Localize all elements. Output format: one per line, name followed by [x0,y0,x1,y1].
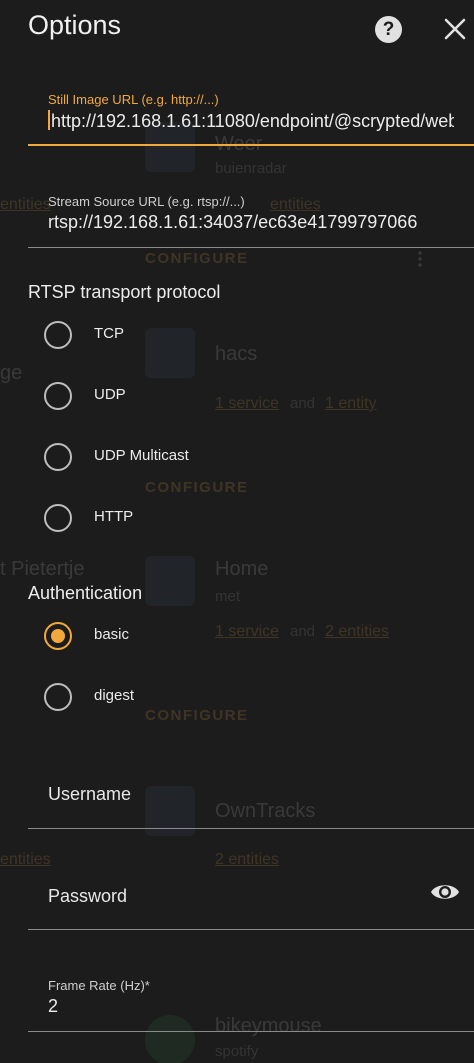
username-field[interactable]: Username [28,762,474,829]
text-caret [48,110,50,130]
username-underline [28,828,474,829]
radio-label-udp: UDP [94,386,126,403]
still-image-url-value[interactable]: http://192.168.1.61:11080/endpoint/@scry… [48,110,454,132]
radio-label-basic: basic [94,626,130,643]
radio-button[interactable] [44,382,72,410]
radio-button[interactable] [44,443,72,471]
password-field[interactable]: Password [28,862,474,930]
radio-button[interactable] [44,321,72,349]
radio-label-udp-multicast: UDP Multicast [94,447,189,464]
password-placeholder: Password [48,886,128,906]
stream-source-url-underline [28,247,474,248]
radio-label-tcp: TCP [94,325,124,342]
radio-option-udp[interactable]: UDP [44,382,344,412]
stream-source-url-field[interactable]: Stream Source URL (e.g. rtsp://...) rtsp… [28,182,474,248]
bg-fragment-pietertje: t Pietertje [0,558,85,580]
frame-rate-value[interactable]: 2 [48,996,454,1017]
dialog-title: Options [28,10,122,40]
frame-rate-label: Frame Rate (Hz)* [48,978,150,993]
username-placeholder: Username [48,784,132,804]
frame-rate-underline [28,1031,474,1032]
bg-more-icon [418,250,422,268]
frame-rate-field[interactable]: Frame Rate (Hz)* 2 [28,965,474,1032]
radio-label-http: HTTP [94,508,134,525]
still-image-url-text: http://192.168.1.61:11080/endpoint/@scry… [51,111,454,131]
dialog-header: Options ? [0,0,474,56]
radio-option-basic[interactable]: basic [44,622,344,652]
still-image-url-underline [28,144,474,146]
radio-button-checked[interactable] [44,622,72,650]
bg-fragment-ge: ge [0,362,23,384]
eye-icon[interactable] [430,880,460,904]
bg-sub-buienradar: buienradar [215,160,287,177]
radio-button[interactable] [44,683,72,711]
stream-source-url-value[interactable]: rtsp://192.168.1.61:34037/ec63e417997970… [48,212,454,233]
bg-configure: CONFIGURE [145,250,249,267]
radio-option-digest[interactable]: digest [44,683,344,713]
stream-source-url-label: Stream Source URL (e.g. rtsp://...) [48,194,245,209]
password-underline [28,929,474,930]
close-icon[interactable] [440,14,470,44]
radio-option-http[interactable]: HTTP [44,504,344,534]
bg-sub-spotify: spotify [215,1043,259,1060]
still-image-url-label: Still Image URL (e.g. http://...) [48,92,219,107]
bg-sub-met: met [215,588,241,605]
authentication-title: Authentication [28,583,143,603]
still-image-url-field[interactable]: Still Image URL (e.g. http://...) http:/… [28,80,474,146]
rtsp-transport-title: RTSP transport protocol [28,282,221,302]
radio-option-udp-multicast[interactable]: UDP Multicast [44,443,344,473]
bg-item-home: Home [215,558,269,580]
integration-logo [145,556,195,606]
radio-label-digest: digest [94,687,135,704]
bg-configure: CONFIGURE [145,479,249,496]
radio-button[interactable] [44,504,72,532]
radio-option-tcp[interactable]: TCP [44,321,344,351]
options-dialog: Weer buienradar entities entities CONFIG… [0,0,474,1063]
help-icon[interactable]: ? [375,16,402,43]
